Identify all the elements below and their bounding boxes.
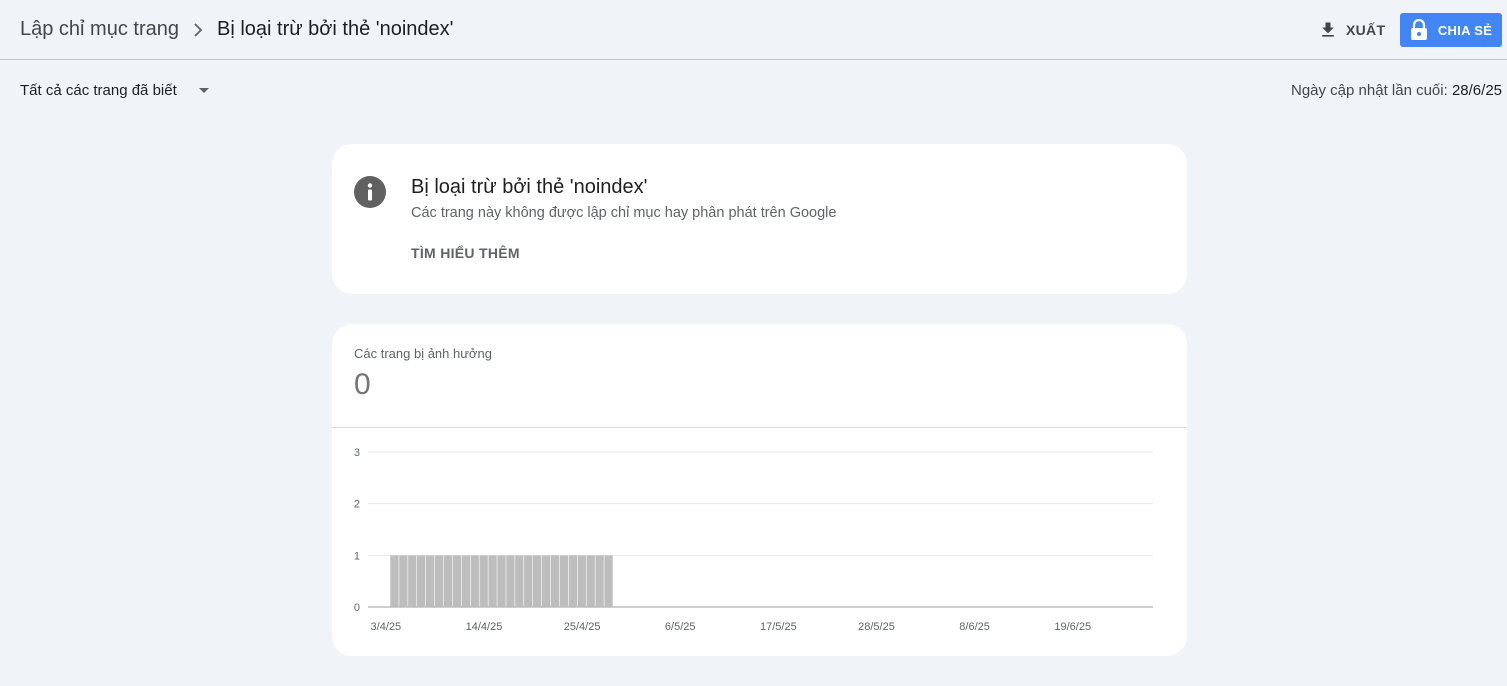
x-tick-label: 6/5/25 <box>665 621 696 633</box>
last-updated-label: Ngày cập nhật lần cuối: <box>1291 82 1448 99</box>
share-button-label: CHIA SẺ <box>1437 22 1493 38</box>
page-filter-value: Tất cả các trang đã biết <box>20 82 177 99</box>
chart-bar <box>488 555 497 607</box>
y-tick-label: 2 <box>354 499 360 511</box>
breadcrumb-parent-link[interactable]: Lập chỉ mục trang <box>20 18 179 41</box>
chart-bar <box>559 555 569 607</box>
chart-bar <box>417 555 426 607</box>
info-title: Bị loại trừ bởi thẻ 'noindex' <box>411 176 648 198</box>
caret-down-icon <box>198 87 209 94</box>
x-tick-label: 19/6/25 <box>1054 621 1091 633</box>
last-updated-value: 28/6/25 <box>1451 82 1502 99</box>
chart-bar <box>461 555 470 607</box>
y-tick-label: 0 <box>354 602 360 614</box>
chart-bar <box>425 555 435 607</box>
share-button[interactable]: CHIA SẺ <box>1400 13 1502 47</box>
x-tick-label: 8/6/25 <box>959 621 990 633</box>
x-tick-label: 28/5/25 <box>858 621 895 633</box>
chart-bar <box>595 555 604 607</box>
chart-bar <box>515 555 524 607</box>
chart-bar <box>408 555 417 607</box>
x-tick-label: 3/4/25 <box>371 621 402 633</box>
chart-bar <box>506 555 515 607</box>
export-button[interactable]: XUẤT <box>1318 16 1385 44</box>
chart-bar <box>568 555 578 607</box>
chart-card: Các trang bị ảnh hưởng 0 0 1 2 3 3/4/25 14/4/… <box>332 324 1187 656</box>
chart-bar <box>550 555 560 607</box>
lock-icon <box>1410 19 1428 41</box>
metric-label: Các trang bị ảnh hưởng <box>354 346 492 361</box>
chart-bar <box>524 555 533 607</box>
chart-bar <box>604 555 613 607</box>
chart-bar <box>497 555 506 607</box>
chart-bar <box>541 555 551 607</box>
chart-bar <box>586 555 595 607</box>
chart-bar <box>577 555 586 607</box>
chart-bar <box>452 555 462 607</box>
chart-bar <box>434 555 444 607</box>
x-tick-label: 25/4/25 <box>564 621 601 633</box>
chart-bar <box>443 555 453 607</box>
affected-pages-chart: 0 1 2 3 3/4/25 14/4/25 25/4/25 6/5/25 17/5/25 28/… <box>354 447 1153 633</box>
y-tick-label: 3 <box>354 447 360 459</box>
chart-bar <box>390 555 399 607</box>
info-description: Các trang này không được lập chỉ mục hay… <box>411 205 837 221</box>
y-tick-label: 1 <box>354 550 360 562</box>
chart-bar <box>479 555 488 607</box>
metric-value: 0 <box>354 368 371 401</box>
info-card: Bị loại trừ bởi thẻ 'noindex' Các trang … <box>332 144 1187 294</box>
x-tick-label: 14/4/25 <box>466 621 503 633</box>
learn-more-link[interactable]: TÌM HIỂU THÊM <box>411 245 520 261</box>
page-filter-dropdown[interactable]: Tất cả các trang đã biết <box>20 82 209 99</box>
page-title: Bị loại trừ bởi thẻ 'noindex' <box>216 18 454 40</box>
chart-bar <box>470 555 479 607</box>
chart-bar <box>399 555 408 607</box>
page-header: Lập chỉ mục trang Bị loại trừ bởi thẻ 'n… <box>0 0 1507 60</box>
download-icon <box>1318 20 1338 40</box>
chevron-right-icon <box>193 22 203 37</box>
breadcrumb: Lập chỉ mục trang Bị loại trừ bởi thẻ 'n… <box>20 18 453 41</box>
export-button-label: XUẤT <box>1346 22 1386 38</box>
info-icon <box>354 176 386 208</box>
last-updated: Ngày cập nhật lần cuối: 28/6/25 <box>1291 82 1502 99</box>
chart-bar <box>533 555 542 607</box>
x-tick-label: 17/5/25 <box>760 621 797 633</box>
